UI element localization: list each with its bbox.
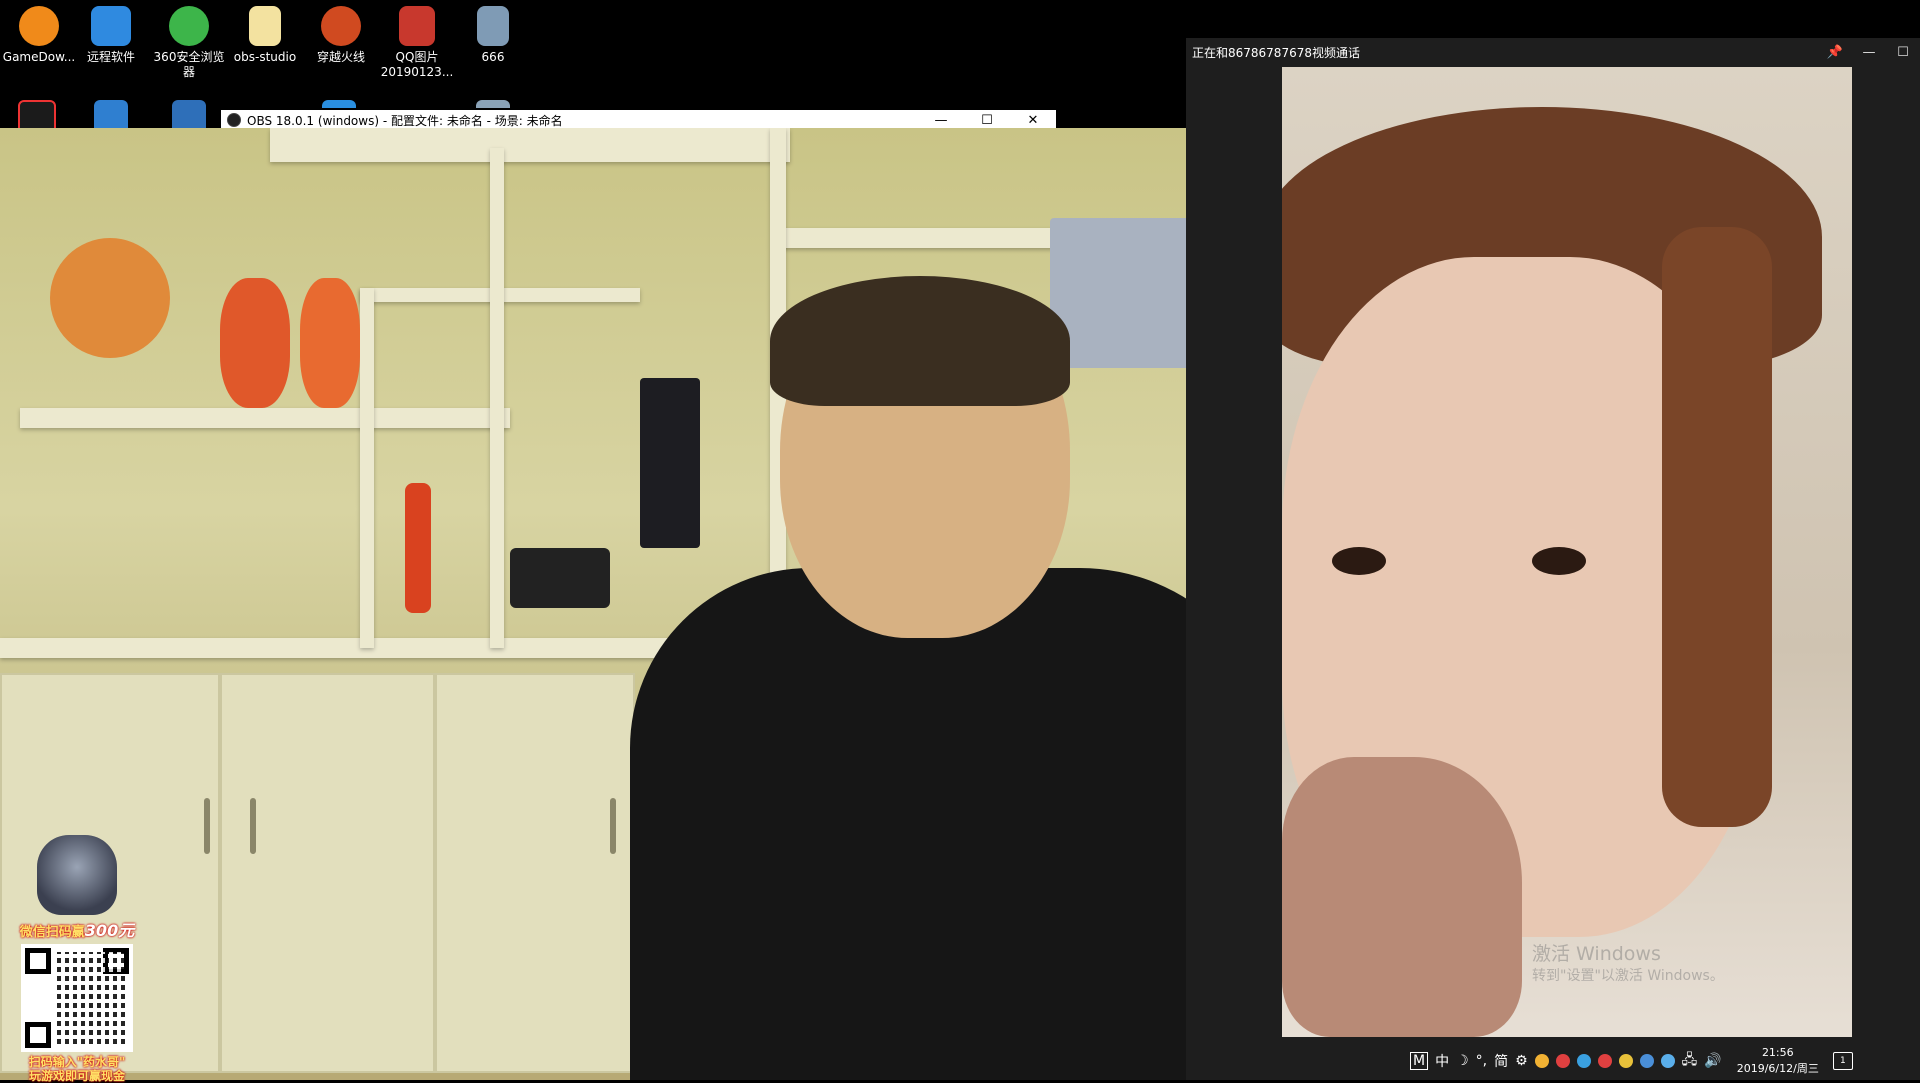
cabinet-door [220, 673, 435, 1073]
toy-figure [50, 238, 170, 358]
qr-modules [57, 952, 125, 1044]
box-on-shelf [1050, 218, 1200, 368]
ime-mode-indicator[interactable]: M [1410, 1052, 1429, 1070]
clock[interactable]: 21:56 2019/6/12/周三 [1737, 1045, 1819, 1077]
ime-language-indicator[interactable]: 中 [1435, 1051, 1449, 1071]
shelf-divider [490, 148, 504, 648]
call-maximize-button[interactable]: ☐ [1886, 45, 1920, 60]
qr-finder-pattern [25, 948, 51, 974]
cabinet-door [435, 673, 635, 1073]
desktop-icon-label: 穿越火线 [316, 50, 365, 64]
desktop-icon-remote-software[interactable]: 远程软件 [72, 6, 150, 65]
cabinet-handle [204, 798, 210, 854]
gamedownloader-icon [19, 6, 59, 46]
desktop-icon-label: 远程软件 [86, 50, 135, 64]
desktop-icon-security[interactable] [172, 100, 206, 128]
toy-figure [300, 278, 360, 408]
simplified-chinese-indicator[interactable]: 简 [1494, 1051, 1508, 1071]
moon-icon[interactable]: ☽ [1456, 1053, 1469, 1069]
desktop-icon-label: obs-studio [233, 50, 297, 64]
tray-app-icon[interactable] [1597, 1054, 1612, 1068]
obs-maximize-button[interactable]: ☐ [964, 113, 1010, 128]
network-icon[interactable]: 🖧 [1682, 1049, 1698, 1073]
notification-center-icon[interactable]: 1 [1832, 1052, 1853, 1070]
obs-logo-icon [227, 113, 241, 127]
ad-headline: 微信扫码赢300元 [19, 921, 135, 940]
desktop-icon-qq[interactable] [18, 100, 56, 132]
watermark-line: 激活 Windows [1532, 943, 1661, 965]
qr-finder-pattern [25, 1022, 51, 1048]
browser-360-icon [169, 6, 209, 46]
device-box [510, 548, 610, 608]
shelf [270, 128, 790, 162]
speaker [640, 378, 700, 548]
cabinet-handle [250, 798, 256, 854]
mask-character-icon [37, 835, 117, 915]
shelf [20, 408, 510, 428]
desktop-icon-gamedownloader[interactable]: GameDow... [0, 6, 78, 65]
desktop-icon-crossfire[interactable]: 穿越火线 [302, 6, 380, 65]
desktop-icon-area: GameDow... 远程软件 360安全浏览器 obs-studio 穿越火线… [0, 0, 520, 95]
obs-close-button[interactable]: ✕ [1010, 113, 1056, 128]
ad-footer-line: 玩游戏即可赢现金 [28, 1069, 125, 1083]
desktop-icon-label: GameDow... [2, 50, 76, 64]
tray-app-icon[interactable] [1660, 1054, 1675, 1068]
app-icon [322, 100, 356, 108]
video-call-titlebar[interactable]: 正在和86786787678视频通话 📌 — ☐ [1186, 38, 1920, 66]
video-call-title: 正在和86786787678视频通话 [1192, 45, 1360, 60]
ime-settings-icon[interactable]: ⚙ [1515, 1053, 1528, 1069]
eye [1532, 547, 1586, 575]
pin-button[interactable]: 📌 [1818, 45, 1852, 60]
crossfire-icon [321, 6, 361, 46]
call-minimize-button[interactable]: — [1852, 45, 1886, 60]
spray-can [405, 483, 431, 613]
app-666-icon [477, 6, 509, 46]
tray-app-icon[interactable] [1576, 1054, 1591, 1068]
promo-ad-overlay[interactable]: 微信扫码赢300元 扫码输入"药水哥" 玩游戏即可赢现金 [14, 835, 140, 1083]
folder-icon [249, 6, 281, 46]
obs-minimize-button[interactable]: — [918, 113, 964, 128]
video-call-window[interactable]: 正在和86786787678视频通话 📌 — ☐ 激活 Windows 转到"设… [1186, 38, 1920, 1080]
desktop-icon-666[interactable]: 666 [454, 6, 532, 65]
person-hair [770, 276, 1070, 406]
qr-code[interactable] [21, 944, 133, 1052]
desktop-icon-qq-image[interactable]: QQ图片20190123... [378, 6, 456, 80]
tray-app-icon[interactable] [1639, 1054, 1654, 1068]
security-shield-icon [172, 100, 206, 128]
obs-window-titlebar[interactable]: OBS 18.0.1 (windows) - 配置文件: 未命名 - 场景: 未… [221, 110, 1056, 130]
obs-window-title: OBS 18.0.1 (windows) - 配置文件: 未命名 - 场景: 未… [247, 113, 563, 128]
cabinet-handle [610, 798, 616, 854]
remote-app-icon [94, 100, 128, 128]
clock-date: 2019/6/12/周三 [1736, 1062, 1819, 1075]
ad-footer-line: 扫码输入"药水哥" [28, 1055, 126, 1069]
volume-icon[interactable]: 🔊 [1704, 1053, 1721, 1069]
remote-software-icon [91, 6, 131, 46]
ad-footer: 扫码输入"药水哥" 玩游戏即可赢现金 [14, 1055, 140, 1083]
ad-amount: 300元 [84, 921, 135, 940]
person-hair-strand [1662, 227, 1772, 827]
clock-time: 21:56 [1761, 1046, 1794, 1059]
main-webcam-feed [0, 128, 1268, 1080]
remote-video-feed [1282, 67, 1852, 1037]
food-item [1282, 757, 1522, 1037]
watermark-line: 转到"设置"以激活 Windows。 [1532, 968, 1724, 984]
tray-app-icon[interactable] [1534, 1054, 1549, 1068]
desktop-icon-label: QQ图片20190123... [380, 50, 454, 79]
punctuation-icon[interactable]: °, [1476, 1053, 1487, 1069]
desktop-icon-label: 666 [481, 50, 505, 64]
tray-app-icon[interactable] [1618, 1054, 1633, 1068]
desktop-icon-obs-studio[interactable]: obs-studio [226, 6, 304, 65]
system-tray: M 中 ☽ °, 简 ⚙ 🖧 🔊 21:56 2019/6/12/周三 1 [1410, 1042, 1920, 1080]
image-file-icon [399, 6, 435, 46]
shelf-divider [360, 288, 374, 648]
desktop-icon-remote-app[interactable] [94, 100, 128, 128]
person-torso [630, 568, 1268, 1080]
toy-figure [220, 278, 290, 408]
tray-app-icon[interactable] [1555, 1054, 1570, 1068]
desktop-icon-360-browser[interactable]: 360安全浏览器 [150, 6, 228, 80]
app-icon [476, 100, 510, 108]
activate-windows-watermark: 激活 Windows 转到"设置"以激活 Windows。 [1532, 943, 1724, 987]
desktop-icon-label: 360安全浏览器 [153, 50, 225, 79]
eye [1332, 547, 1386, 575]
